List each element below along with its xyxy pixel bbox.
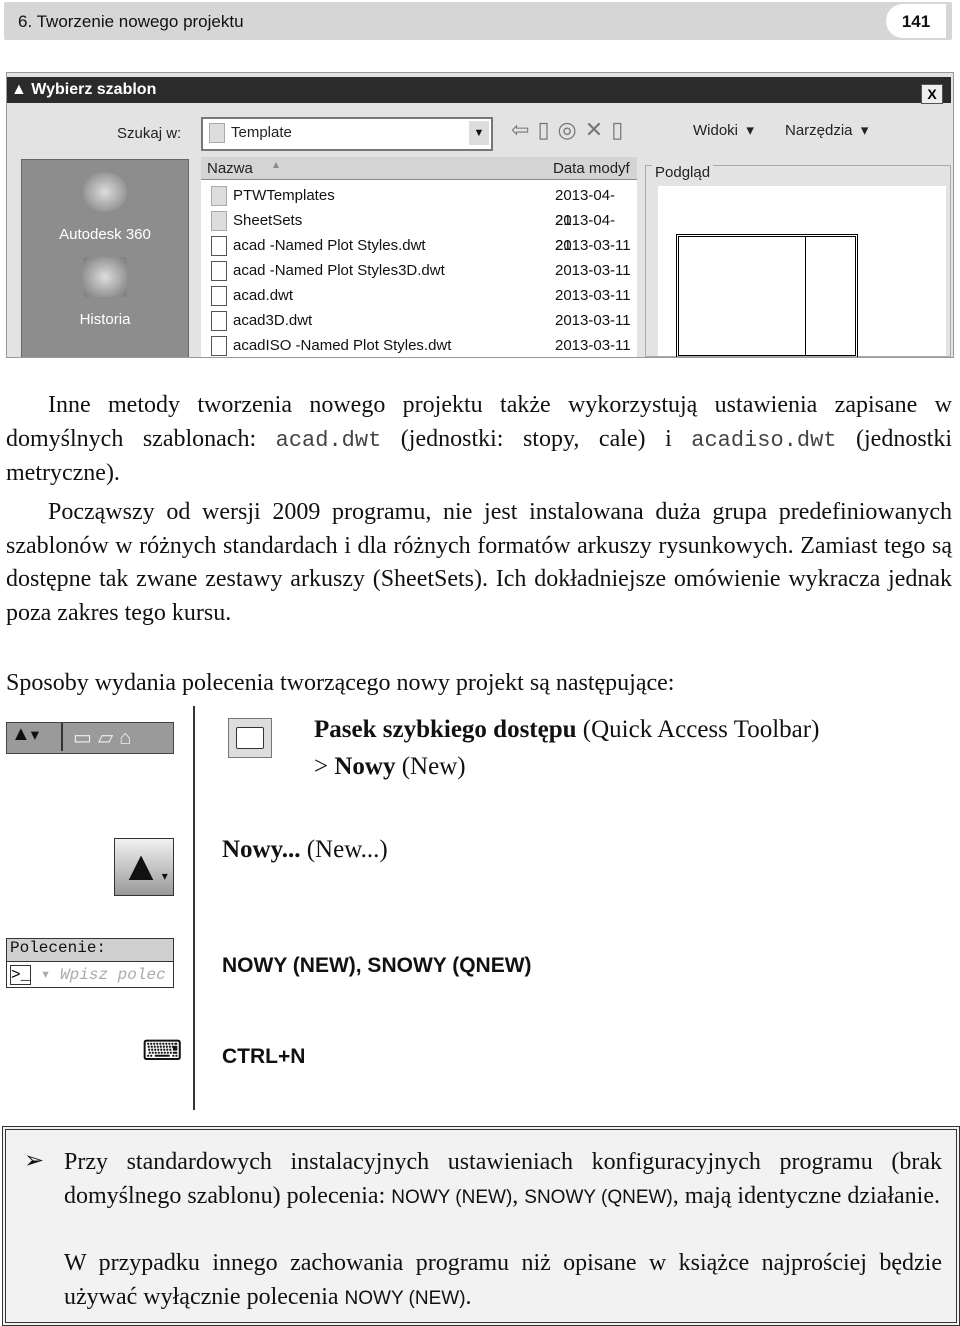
folder-icon xyxy=(209,123,225,143)
views-menu[interactable]: Widoki ▾ xyxy=(693,121,754,139)
new-folder-icon[interactable]: ▯ xyxy=(611,117,631,142)
qat-icons: ▭▱⌂ xyxy=(73,725,137,750)
folder-icon xyxy=(211,211,227,232)
file-date: 2013-03-11 xyxy=(555,262,631,279)
dwt-file-icon xyxy=(211,336,227,357)
method-qat: Pasek szybkiego dostępu (Quick Access To… xyxy=(314,716,820,743)
tools-menu[interactable]: Narzędzia ▾ xyxy=(785,121,868,139)
page-header: 6. Tworzenie nowego projektu 141 xyxy=(4,2,952,40)
place-autodesk-360[interactable]: Autodesk 360 xyxy=(22,172,188,243)
file-name: acad -Named Plot Styles3D.dwt xyxy=(233,262,445,279)
file-date: 2013-03-11 xyxy=(555,312,631,329)
history-icon xyxy=(83,257,127,297)
autocad-logo-icon: ▲ xyxy=(11,81,32,98)
toolbar: ⇦▯◎✕▯ xyxy=(511,117,631,143)
method-command: NOWY (NEW), SNOWY (QNEW) xyxy=(222,954,532,977)
new-button[interactable] xyxy=(228,718,272,758)
paragraph-3: Sposoby wydania polecenia tworzącego now… xyxy=(6,670,675,696)
file-row[interactable]: PTWTemplates 2013-04-21 xyxy=(211,183,631,229)
save-icon[interactable]: ⌂ xyxy=(119,727,137,749)
back-icon[interactable]: ⇦ xyxy=(511,117,537,142)
file-list: Nazwa ▲ Data modyf PTWTemplates 2013-04-2… xyxy=(201,157,637,357)
dwt-file-icon xyxy=(211,286,227,307)
look-in-select[interactable]: Template ▼ xyxy=(201,117,493,151)
command-label: Polecenie: xyxy=(7,939,173,962)
chevron-down-icon[interactable]: ▼ xyxy=(469,121,489,145)
look-in-label: Szukaj w: xyxy=(117,125,182,142)
file-date: 2013-03-11 xyxy=(555,337,631,354)
chapter-title: 6. Tworzenie nowego projektu xyxy=(18,12,244,31)
command-line: Polecenie: >_ ▾ Wpisz polec xyxy=(6,938,174,988)
prompt-icon: >_ xyxy=(10,965,32,985)
look-in-value: Template xyxy=(231,124,292,142)
note-paragraph-1: Przy standardowych instalacyjnych ustawi… xyxy=(64,1149,942,1209)
page-number: 141 xyxy=(886,4,946,38)
note-box: ➢ Przy standardowych instalacyjnych usta… xyxy=(2,1126,960,1326)
divider xyxy=(193,706,195,1110)
file-name: PTWTemplates xyxy=(233,187,335,204)
dwt-file-icon xyxy=(211,236,227,257)
method-shortcut: CTRL+N xyxy=(222,1045,306,1068)
up-folder-icon[interactable]: ▯ xyxy=(537,117,557,142)
new-file-icon[interactable]: ▭ xyxy=(73,727,98,749)
select-template-dialog: ▲ Wybierz szablon X Szukaj w: Template ▼… xyxy=(6,72,954,358)
file-row[interactable]: acadISO -Named Plot Styles.dwt 2013-03-11 xyxy=(211,333,631,357)
sort-asc-icon: ▲ xyxy=(271,160,281,171)
file-date: 2013-03-11 xyxy=(555,237,631,254)
column-date[interactable]: Data modyf xyxy=(553,160,630,177)
paragraph-1: Inne metody tworzenia nowego projektu ta… xyxy=(6,392,952,486)
keyboard-icon: ⌨ xyxy=(142,1036,183,1067)
file-row[interactable]: acad.dwt 2013-03-11 xyxy=(211,283,631,308)
file-date: 2013-03-11 xyxy=(555,287,631,304)
command-input[interactable]: >_ ▾ Wpisz polec xyxy=(7,962,173,986)
file-name: acad.dwt xyxy=(233,287,294,304)
arrow-bullet-icon: ➢ xyxy=(24,1148,45,1174)
column-name[interactable]: Nazwa xyxy=(207,160,253,177)
list-header: Nazwa ▲ Data modyf xyxy=(201,157,637,180)
method-menu: Nowy... (New...) xyxy=(222,836,388,863)
cloud-icon xyxy=(83,172,127,212)
file-row[interactable]: acad -Named Plot Styles3D.dwt 2013-03-11 xyxy=(211,258,631,283)
places-panel: Autodesk 360 Historia xyxy=(21,159,189,357)
dwt-file-icon xyxy=(211,311,227,332)
note-paragraph-2: W przypadku innego zachowania programu n… xyxy=(64,1250,942,1310)
file-row[interactable]: acad3D.dwt 2013-03-11 xyxy=(211,308,631,333)
file-name: SheetSets xyxy=(233,212,303,229)
file-name: acad -Named Plot Styles.dwt xyxy=(233,237,426,254)
method-qat-new: > Nowy (New) xyxy=(314,753,466,780)
file-row[interactable]: SheetSets 2013-04-21 xyxy=(211,208,631,254)
dialog-title-bar: ▲ Wybierz szablon X xyxy=(7,77,951,104)
new-file-icon xyxy=(236,727,264,749)
app-menu-button[interactable]: ▲▾ xyxy=(7,723,63,751)
open-folder-icon[interactable]: ▱ xyxy=(98,727,119,749)
file-name: acadISO -Named Plot Styles.dwt xyxy=(233,337,452,354)
folder-icon xyxy=(211,186,227,207)
application-menu-button[interactable]: ▲▾ xyxy=(114,838,174,896)
preview-group: Podgląd xyxy=(645,164,951,357)
preview-image xyxy=(658,186,946,357)
dwt-file-icon xyxy=(211,261,227,282)
file-name: acad3D.dwt xyxy=(233,312,313,329)
file-row[interactable]: acad -Named Plot Styles.dwt 2013-03-11 xyxy=(211,233,631,258)
dialog-title: Wybierz szablon xyxy=(31,81,157,98)
quick-access-toolbar: ▲▾ ▭▱⌂ xyxy=(6,722,174,754)
place-history[interactable]: Historia xyxy=(22,257,188,328)
paragraph-2: Począwszy od wersji 2009 programu, nie j… xyxy=(6,499,952,626)
autocad-logo-icon: ▲ xyxy=(120,844,162,890)
preview-label: Podgląd xyxy=(652,164,714,181)
search-web-icon[interactable]: ◎ xyxy=(558,117,585,142)
close-button[interactable]: X xyxy=(921,84,943,104)
delete-icon[interactable]: ✕ xyxy=(585,117,611,142)
